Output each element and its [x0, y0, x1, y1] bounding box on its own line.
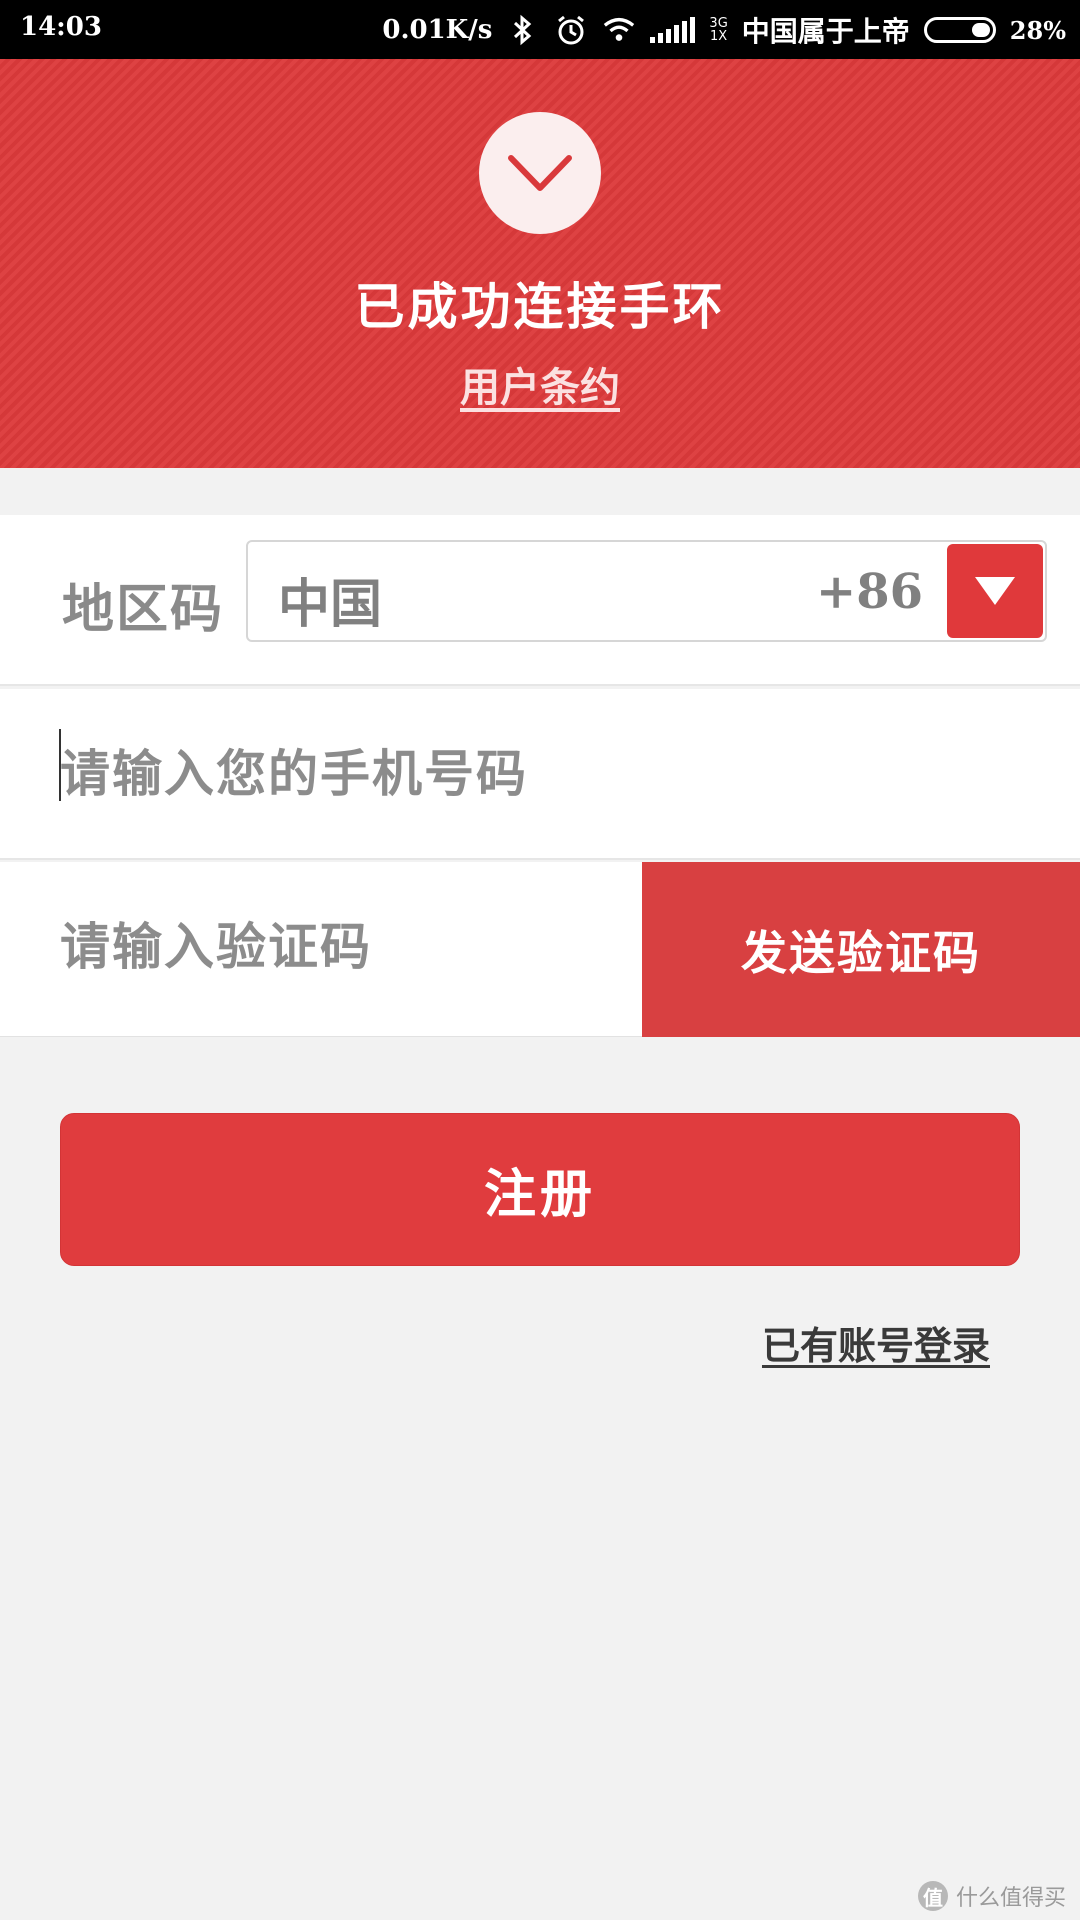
- existing-account-login-link[interactable]: 已有账号登录: [762, 1315, 990, 1370]
- connection-status-title: 已成功连接手环: [354, 277, 726, 336]
- user-agreement-link[interactable]: 用户条约: [460, 364, 620, 411]
- status-right-group: 0.01K/s 3G 1X 中国属于上帝 28%: [382, 10, 1066, 50]
- alarm-icon: [554, 12, 588, 48]
- carrier-name: 中国属于上帝: [741, 15, 910, 48]
- region-label: 地区码: [62, 579, 225, 640]
- verification-code-row: 发送验证码: [0, 862, 1080, 1037]
- triangle-down-icon: [975, 577, 1015, 605]
- watermark-text: 什么值得买: [955, 1886, 1066, 1911]
- signal-icon: [650, 17, 696, 43]
- check-icon: [508, 155, 572, 191]
- battery-percent: 28%: [1009, 15, 1066, 45]
- check-badge: [479, 112, 601, 234]
- text-cursor: [59, 729, 61, 801]
- header-banner: 已成功连接手环 用户条约: [0, 59, 1080, 468]
- status-time: 14:03: [20, 12, 102, 42]
- user-agreement-row: 用户条约: [0, 355, 1080, 413]
- phone-input[interactable]: [58, 733, 1018, 813]
- battery-icon: [923, 17, 996, 43]
- register-button[interactable]: 注册: [60, 1113, 1020, 1266]
- watermark-badge: 值: [917, 1881, 948, 1911]
- bluetooth-icon: [506, 12, 540, 48]
- watermark: 值 什么值得买: [917, 1880, 1066, 1912]
- wifi-icon: [602, 12, 636, 48]
- region-dropdown-button[interactable]: [947, 544, 1043, 638]
- network-type: 3G 1X: [709, 17, 727, 43]
- status-bar: 14:03 0.01K/s 3G 1X 中国属于上帝 28%: [0, 0, 1080, 59]
- phone-row: [0, 689, 1080, 860]
- verification-code-input[interactable]: [58, 906, 618, 986]
- region-row: 地区码 中国 +86: [0, 515, 1080, 686]
- region-select[interactable]: 中国 +86: [246, 540, 1047, 642]
- network-type-bottom: 1X: [710, 29, 728, 44]
- send-code-button[interactable]: 发送验证码: [642, 862, 1080, 1037]
- region-code: +86: [815, 564, 923, 620]
- net-speed: 0.01K/s: [382, 15, 493, 45]
- region-name: 中国: [278, 574, 383, 635]
